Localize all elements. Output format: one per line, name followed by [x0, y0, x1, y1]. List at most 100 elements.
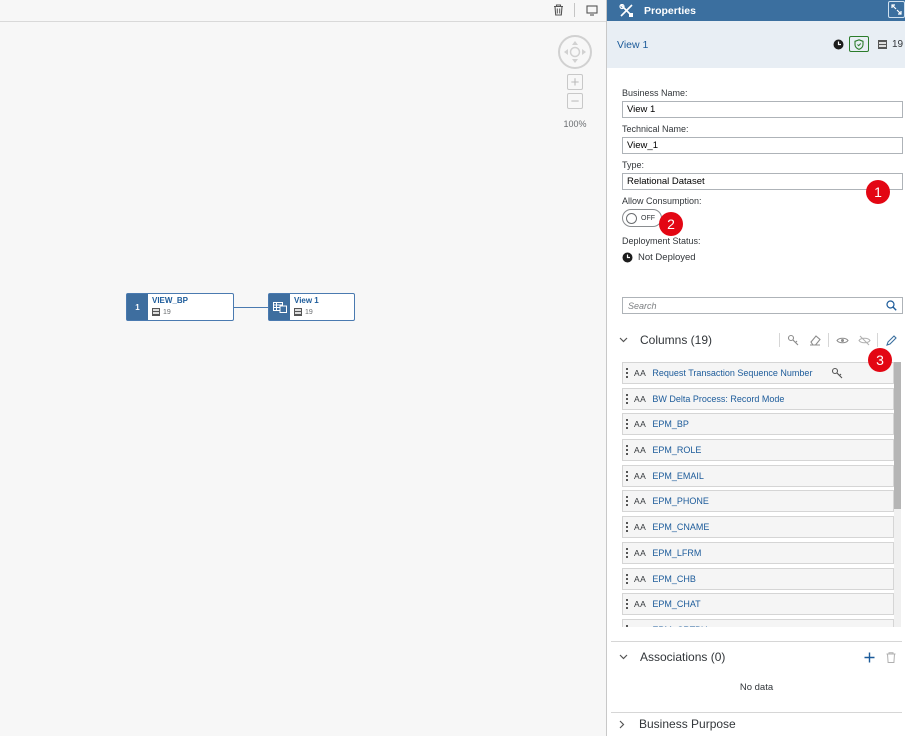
- drag-handle-icon[interactable]: [626, 393, 628, 404]
- column-row[interactable]: AA EPM_PHONE: [622, 490, 894, 513]
- drag-handle-icon[interactable]: [626, 547, 628, 558]
- edit-icon[interactable]: [880, 331, 902, 349]
- column-row[interactable]: AA EPM_EMAIL: [622, 464, 894, 487]
- pan-control[interactable]: [558, 35, 592, 69]
- drag-handle-icon[interactable]: [626, 496, 628, 507]
- view-node-icon: [269, 294, 290, 320]
- associations-empty-text: No data: [739, 682, 774, 693]
- chevron-right-icon[interactable]: [619, 720, 625, 729]
- string-type-icon: AA: [634, 445, 647, 456]
- column-row[interactable]: AA EPM_CRTBY: [622, 618, 894, 627]
- node-title: View 1: [294, 296, 319, 305]
- panel-title: Properties: [644, 4, 696, 17]
- toolbar-separator: [828, 333, 829, 347]
- show-icon[interactable]: [831, 331, 853, 349]
- drag-handle-icon[interactable]: [626, 599, 628, 610]
- table-icon: [294, 308, 302, 316]
- columns-list[interactable]: AA Request Transaction Sequence Number AA B…: [622, 362, 894, 627]
- column-row[interactable]: AA EPM_CHB: [622, 567, 894, 590]
- column-name: EPM_ROLE: [652, 445, 702, 456]
- node-view-1[interactable]: View 1 19: [268, 293, 355, 321]
- search-placeholder: Search: [628, 300, 657, 311]
- string-type-icon: AA: [634, 470, 647, 481]
- chevron-down-icon[interactable]: [619, 654, 628, 660]
- key-icon: [831, 367, 843, 382]
- diagram-canvas[interactable]: + − 100% 1 VIEW_BP 19 View 1 19: [0, 0, 606, 736]
- column-name: EPM_EMAIL: [652, 470, 704, 481]
- minus-icon: −: [570, 92, 580, 110]
- column-row[interactable]: AA EPM_LFRM: [622, 541, 894, 564]
- node-view-bp[interactable]: 1 VIEW_BP 19: [126, 293, 234, 321]
- drag-handle-icon[interactable]: [626, 445, 628, 456]
- business-purpose-section-header[interactable]: Business Purpose: [607, 712, 905, 736]
- tools-icon: [619, 3, 633, 17]
- associations-toolbar: [858, 648, 902, 666]
- column-row[interactable]: AA BW Delta Process: Record Mode: [622, 387, 894, 410]
- delete-icon[interactable]: [549, 2, 567, 18]
- toggle-state-label: OFF: [641, 214, 655, 222]
- toggle-knob: [626, 212, 637, 224]
- chevron-down-icon[interactable]: [619, 337, 628, 343]
- column-row[interactable]: AA EPM_CNAME: [622, 516, 894, 539]
- associations-section-header[interactable]: Associations (0): [607, 645, 905, 669]
- string-type-icon: AA: [634, 368, 647, 378]
- column-row[interactable]: AA Request Transaction Sequence Number: [622, 362, 894, 384]
- columns-section-header[interactable]: Columns (19): [607, 328, 905, 352]
- toolbar-separator: [779, 333, 780, 347]
- business-name-input[interactable]: View 1: [622, 101, 903, 118]
- zoom-out-button[interactable]: −: [567, 93, 583, 109]
- technical-name-input[interactable]: View_1: [622, 137, 903, 154]
- canvas-toolbar: [0, 0, 606, 22]
- column-name: EPM_CHAT: [652, 599, 701, 610]
- key-icon[interactable]: [782, 331, 804, 349]
- zoom-in-button[interactable]: +: [567, 74, 583, 90]
- eraser-icon[interactable]: [804, 331, 826, 349]
- columns-title: Columns (19): [640, 333, 713, 347]
- technical-name-label: Technical Name:: [622, 124, 689, 134]
- business-purpose-title: Business Purpose: [639, 717, 736, 731]
- columns-scrollbar[interactable]: [894, 362, 901, 627]
- allow-consumption-label: Allow Consumption:: [622, 196, 702, 206]
- column-name: Request Transaction Sequence Number: [652, 368, 813, 378]
- string-type-icon: AA: [634, 393, 647, 404]
- string-type-icon: AA: [634, 522, 647, 533]
- drag-handle-icon[interactable]: [626, 624, 628, 627]
- search-icon[interactable]: [886, 300, 897, 313]
- app-root: + − 100% 1 VIEW_BP 19 View 1 19 Properti…: [0, 0, 905, 736]
- drag-handle-icon[interactable]: [626, 419, 628, 430]
- drag-handle-icon[interactable]: [626, 470, 628, 481]
- section-divider: [611, 641, 902, 642]
- column-row[interactable]: AA EPM_ROLE: [622, 439, 894, 462]
- table-icon: [152, 308, 160, 316]
- delete-icon[interactable]: [880, 648, 902, 666]
- drag-handle-icon[interactable]: [626, 522, 628, 533]
- expand-panel-button[interactable]: [888, 1, 905, 18]
- associations-title: Associations (0): [640, 650, 726, 664]
- type-select[interactable]: Relational Dataset: [622, 173, 903, 190]
- shield-badge[interactable]: [849, 36, 869, 52]
- callout-badge-3: 3: [868, 348, 892, 372]
- column-row[interactable]: AA EPM_CHAT: [622, 593, 894, 616]
- allow-consumption-toggle[interactable]: OFF: [622, 209, 662, 227]
- columns-search-input[interactable]: Search: [622, 297, 903, 314]
- scroll-thumb[interactable]: [894, 362, 901, 509]
- type-label: Type:: [622, 160, 645, 170]
- clock-icon: [833, 39, 844, 49]
- hide-icon[interactable]: [853, 331, 875, 349]
- node-connector: [234, 307, 268, 308]
- object-name: View 1: [617, 38, 649, 51]
- table-icon: [878, 39, 887, 49]
- column-name: EPM_LFRM: [652, 547, 702, 558]
- preview-icon[interactable]: [583, 2, 601, 18]
- pan-arrows-icon: [564, 41, 586, 63]
- string-type-icon: AA: [634, 599, 647, 610]
- node-count: 19: [163, 308, 171, 316]
- add-icon[interactable]: [858, 648, 880, 666]
- string-type-icon: AA: [634, 547, 647, 558]
- object-column-count: 19: [892, 38, 904, 50]
- column-name: EPM_CRTBY: [652, 625, 707, 627]
- drag-handle-icon[interactable]: [626, 368, 628, 378]
- node-index: 1: [127, 294, 148, 320]
- drag-handle-icon[interactable]: [626, 573, 628, 584]
- column-row[interactable]: AA EPM_BP: [622, 413, 894, 436]
